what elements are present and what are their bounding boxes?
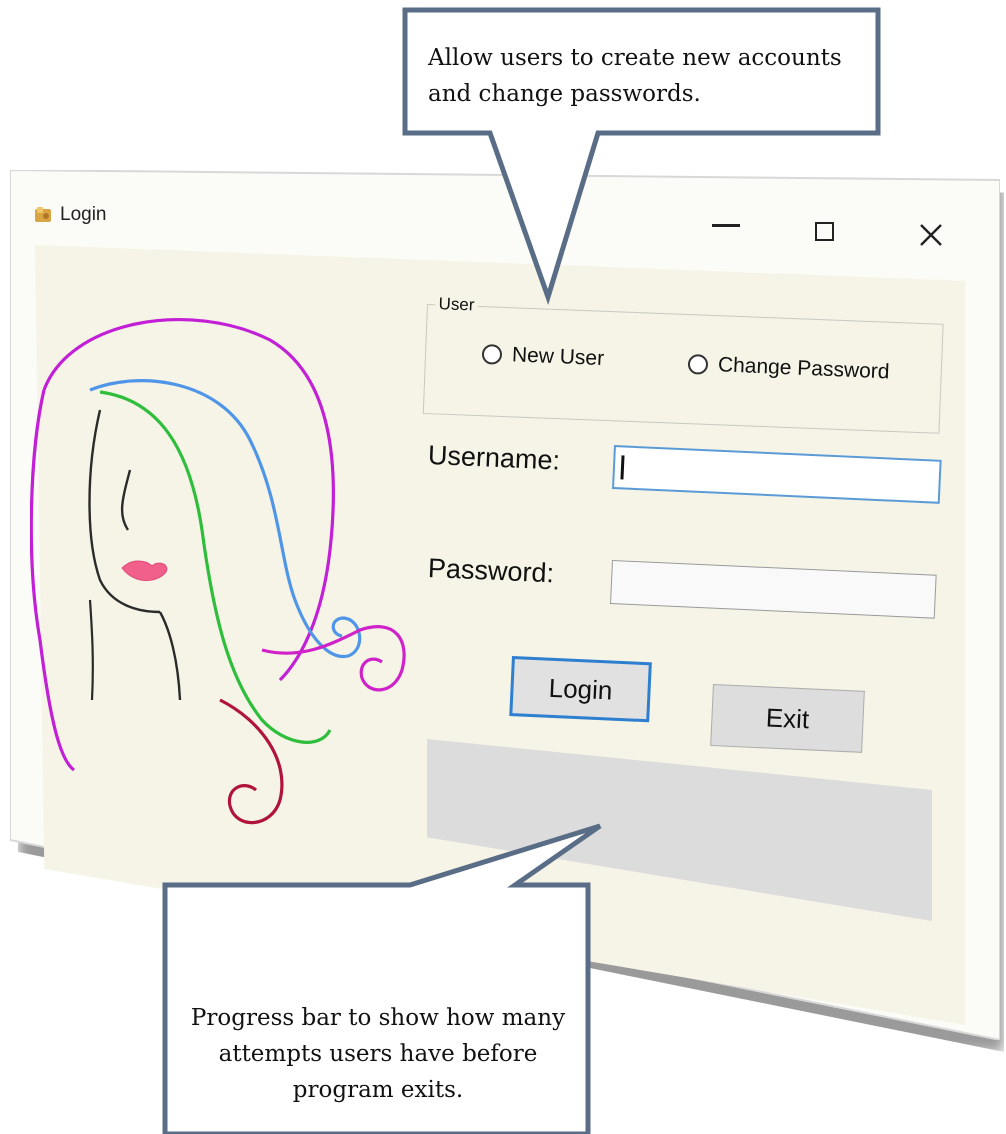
close-icon[interactable] (918, 222, 944, 248)
radio-circle-icon[interactable] (481, 344, 503, 365)
client-area: User New User Change Password Username: … (0, 0, 1006, 1134)
login-button[interactable]: Login (509, 656, 652, 723)
radio-circle-icon[interactable] (687, 354, 709, 375)
maximize-icon[interactable] (815, 222, 834, 241)
minimize-icon[interactable] (712, 224, 740, 227)
woman-line-art-icon (30, 318, 406, 825)
radio-new-user[interactable]: New User (481, 342, 605, 371)
app-icon (35, 207, 51, 222)
user-group-legend: User (435, 294, 478, 316)
username-label: Username: (427, 440, 561, 476)
radio-new-user-label: New User (511, 343, 605, 371)
top-callout-text: Allow users to create new accounts and c… (428, 45, 842, 107)
password-label: Password: (427, 553, 555, 589)
exit-button[interactable]: Exit (710, 684, 865, 753)
bottom-callout-text: Progress bar to show how many attempts u… (190, 1005, 566, 1103)
window-title: Login (60, 204, 107, 225)
